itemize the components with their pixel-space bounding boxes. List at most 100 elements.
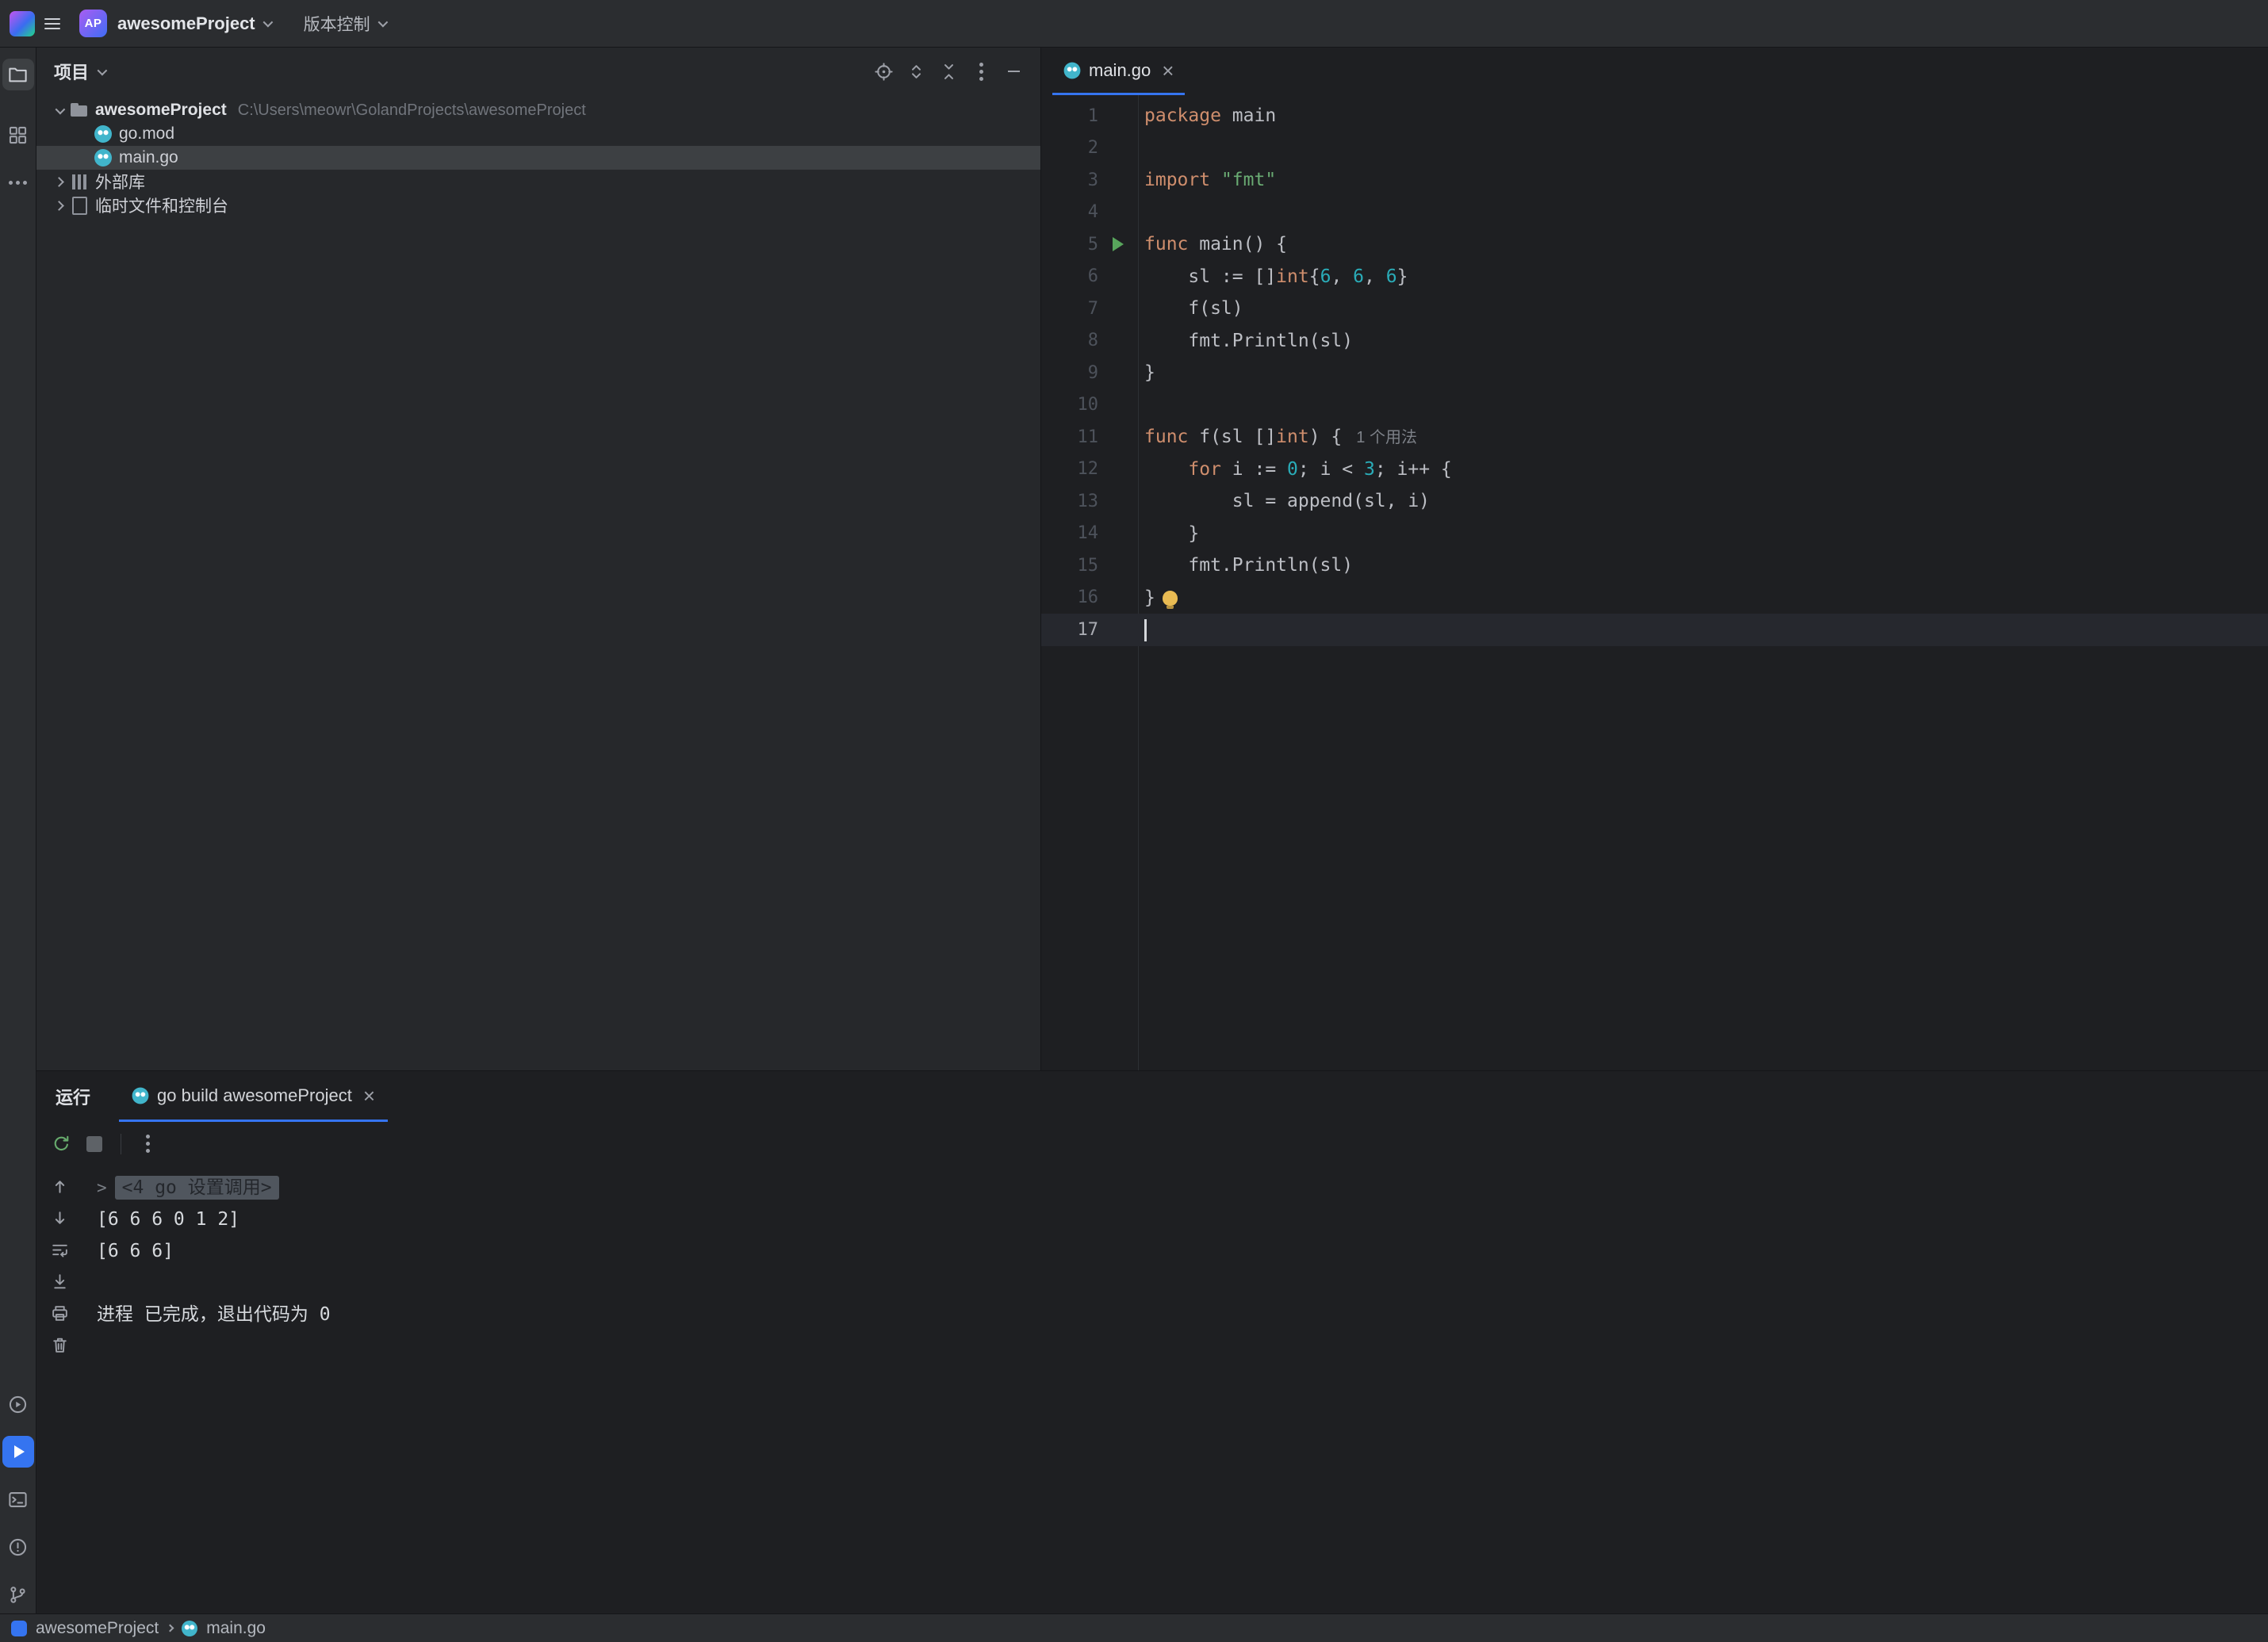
tree-item-label: go.mod (119, 124, 174, 144)
tree-item-scratches-and-consoles[interactable]: 临时文件和控制台 (36, 193, 1040, 217)
code-area[interactable]: 1package main23import "fmt" 4 5func main()… (1041, 95, 2268, 1070)
run-options-button[interactable] (132, 1129, 163, 1159)
code-line-12[interactable]: 12 for i := 0; i < 3; i++ { (1041, 454, 2268, 486)
next-occurrence-button[interactable] (47, 1205, 73, 1231)
project-tool-button[interactable] (2, 59, 34, 90)
tree-chevron[interactable] (49, 202, 68, 209)
line-number: 7 (1041, 299, 1098, 319)
terminal-tool-button[interactable] (2, 1483, 34, 1515)
minimize-icon (1008, 71, 1020, 72)
folder-icon (68, 99, 90, 121)
code-line-10[interactable]: 10 (1041, 389, 2268, 422)
tree-item-label: main.go (119, 148, 178, 167)
console-line-2: [6 6 6 0 1 2] (97, 1204, 2268, 1235)
code-line-4[interactable]: 4 (1041, 197, 2268, 229)
version-control-tool-button[interactable] (2, 1579, 34, 1610)
code-line-5[interactable]: 5func main() { (1041, 228, 2268, 261)
collapse-all-button[interactable] (934, 57, 963, 86)
code-line-14[interactable]: 14 } (1041, 518, 2268, 550)
code-line-17[interactable]: 17 (1041, 614, 2268, 646)
vcs-menu[interactable]: 版本控制 (304, 12, 385, 36)
line-number: 10 (1041, 395, 1098, 415)
services-tool-button[interactable] (2, 1388, 34, 1420)
chevron-right-icon (167, 1625, 174, 1632)
soft-wrap-button[interactable] (47, 1237, 73, 1263)
gomod-icon (92, 123, 114, 145)
code-line-8[interactable]: 8 fmt.Println(sl) (1041, 325, 2268, 358)
go-build-icon (132, 1087, 149, 1104)
code-text: } (1138, 357, 1155, 389)
code-line-7[interactable]: 7 f(sl) (1041, 293, 2268, 325)
rerun-button[interactable] (46, 1129, 76, 1159)
tree-item-label: 外部库 (95, 170, 145, 193)
line-number: 12 (1041, 459, 1098, 479)
code-line-15[interactable]: 15 fmt.Println(sl) (1041, 549, 2268, 582)
editor-tab-main-go[interactable]: main.go × (1052, 48, 1185, 95)
code-text: } (1138, 518, 1199, 550)
line-number: 4 (1041, 202, 1098, 222)
run-tab-label: go build awesomeProject (157, 1085, 352, 1106)
hide-panel-button[interactable] (999, 57, 1028, 86)
more-tool-windows-button[interactable] (2, 166, 34, 198)
run-line-icon[interactable] (1113, 237, 1124, 251)
chevron-down-icon (55, 104, 65, 114)
prev-occurrence-button[interactable] (47, 1173, 73, 1200)
close-tab-icon[interactable]: × (363, 1085, 375, 1106)
run-panel-title[interactable]: 运行 (56, 1084, 90, 1109)
line-number: 13 (1041, 492, 1098, 511)
code-line-13[interactable]: 13 sl = append(sl, i) (1041, 485, 2268, 518)
tree-chevron[interactable] (49, 107, 68, 114)
goland-logo-icon (10, 11, 35, 36)
problems-tool-button[interactable] (2, 1531, 34, 1563)
intention-bulb-icon[interactable] (1163, 591, 1178, 606)
run-configuration-tab[interactable]: go build awesomeProject × (119, 1071, 388, 1122)
code-text: sl := []int{6, 6, 6} (1138, 261, 1408, 293)
code-line-2[interactable]: 2 (1041, 132, 2268, 165)
project-badge[interactable]: AP (79, 10, 107, 37)
kebab-menu-icon (979, 70, 983, 74)
code-text: func f(sl []int) {1 个用法 (1138, 421, 1417, 454)
close-tab-icon[interactable]: × (1162, 60, 1174, 81)
code-line-6[interactable]: 6 sl := []int{6, 6, 6} (1041, 261, 2268, 293)
run-gutter[interactable] (1098, 237, 1138, 251)
tree-item-awesomeProject-root[interactable]: awesomeProject C:\Users\meowr\GolandProje… (36, 98, 1040, 122)
trash-icon (50, 1335, 70, 1355)
console-output[interactable]: ><4 go 设置调用>[6 6 6 0 1 2][6 6 6]进程 已完成，退… (82, 1165, 2268, 1613)
code-line-9[interactable]: 9} (1041, 357, 2268, 389)
hamburger-menu-button[interactable] (35, 6, 70, 41)
stop-button[interactable] (79, 1129, 109, 1159)
breadcrumb-file[interactable]: main.go (206, 1619, 266, 1638)
line-number: 3 (1041, 170, 1098, 190)
structure-tool-button[interactable] (2, 119, 34, 151)
clear-console-button[interactable] (47, 1332, 73, 1358)
tree-chevron[interactable] (49, 178, 68, 186)
project-panel-title-label: 项目 (54, 59, 89, 84)
project-switcher[interactable]: awesomeProject (117, 13, 270, 34)
tree-item-path: C:\Users\meowr\GolandProjects\awesomePro… (238, 101, 586, 120)
tree-item-label: awesomeProject (95, 101, 227, 120)
editor-panel: main.go × 1package main23import "fmt" 4 5f… (1041, 48, 2268, 1070)
code-line-3[interactable]: 3import "fmt" (1041, 164, 2268, 197)
code-line-11[interactable]: 11func f(sl []int) {1 个用法 (1041, 421, 2268, 454)
goland-window: AP awesomeProject 版本控制 (0, 0, 2268, 1642)
go-file-icon (182, 1621, 197, 1636)
editor-tab-label: main.go (1089, 60, 1151, 81)
scroll-to-end-button[interactable] (47, 1269, 73, 1295)
run-tool-button[interactable] (2, 1436, 34, 1468)
folded-command[interactable]: <4 go 设置调用> (115, 1176, 279, 1200)
locate-file-button[interactable] (869, 57, 898, 86)
code-text: } (1138, 582, 1178, 614)
tree-item-go-mod[interactable]: go.mod (36, 122, 1040, 146)
project-tree: awesomeProject C:\Users\meowr\GolandProje… (36, 95, 1040, 217)
run-icon (14, 1445, 25, 1458)
print-button[interactable] (47, 1300, 73, 1326)
project-options-button[interactable] (967, 57, 995, 86)
code-line-1[interactable]: 1package main (1041, 100, 2268, 132)
project-panel-title[interactable]: 项目 (54, 59, 105, 84)
code-line-16[interactable]: 16} (1041, 582, 2268, 614)
tree-item-main-go[interactable]: main.go (36, 146, 1040, 170)
expand-all-button[interactable] (902, 57, 930, 86)
code-text: fmt.Println(sl) (1138, 549, 1353, 582)
breadcrumb-project[interactable]: awesomeProject (36, 1619, 159, 1638)
tree-item-external-libraries[interactable]: 外部库 (36, 170, 1040, 193)
